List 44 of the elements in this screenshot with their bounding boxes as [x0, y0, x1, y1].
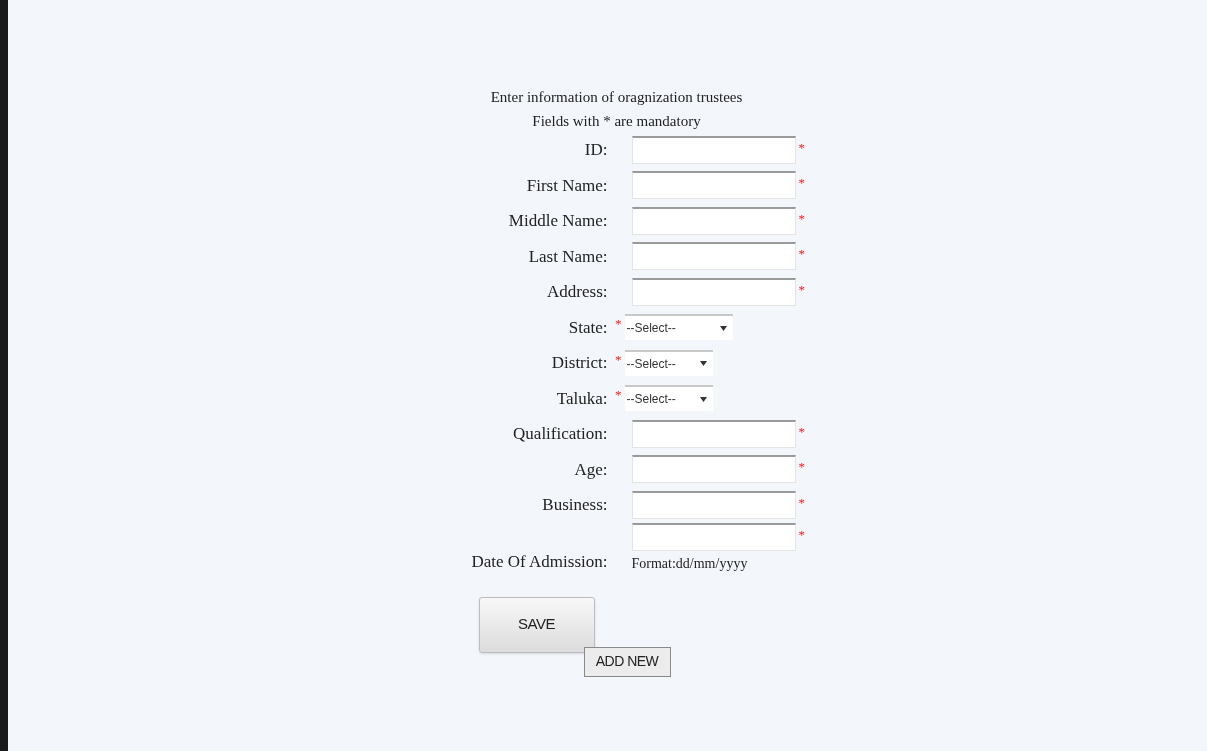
required-mark: *: [798, 245, 805, 264]
input-field[interactable]: [631, 242, 796, 271]
required-mark: *: [798, 174, 805, 193]
input-field[interactable]: [631, 419, 796, 448]
field-label: Taluka:: [555, 387, 609, 410]
input-field[interactable]: [631, 522, 796, 551]
field-label: Age:: [573, 458, 609, 481]
required-mark: *: [614, 386, 622, 405]
required-mark: *: [798, 458, 805, 477]
save-button[interactable]: SAVE: [478, 596, 595, 653]
field-label: Date Of Admission:: [470, 550, 609, 573]
field-label: State:: [567, 316, 609, 339]
field-label: Middle Name:: [507, 210, 609, 232]
required-mark: *: [798, 280, 805, 299]
mandatory-note: Fields with * are mandatory: [532, 112, 701, 131]
field-label: Qualification:: [512, 423, 609, 445]
select-dropdown[interactable]: --Select--: [624, 385, 713, 412]
select-dropdown[interactable]: --Select--: [624, 349, 713, 376]
input-field[interactable]: [631, 455, 796, 484]
caret-icon: [699, 361, 707, 367]
add-new-button[interactable]: ADD NEW: [583, 646, 671, 677]
required-mark: *: [798, 138, 805, 157]
field-label: ID:: [583, 139, 609, 161]
select-dropdown[interactable]: --Select--: [624, 314, 733, 341]
form-heading: Enter information of oragnization trustees: [490, 88, 743, 107]
required-mark: *: [798, 422, 805, 441]
required-mark: *: [798, 525, 805, 544]
input-field[interactable]: [631, 490, 796, 519]
field-label: Business:: [541, 494, 609, 516]
required-mark: *: [614, 350, 622, 369]
field-label: Address:: [546, 281, 609, 303]
field-label: First Name:: [525, 174, 609, 197]
caret-icon: [719, 325, 727, 331]
input-field[interactable]: [631, 171, 796, 200]
field-label: District:: [550, 352, 609, 374]
input-field[interactable]: [631, 277, 796, 306]
caret-icon: [699, 396, 707, 402]
required-mark: *: [614, 315, 622, 334]
input-field[interactable]: [631, 135, 796, 164]
required-mark: *: [798, 493, 805, 512]
required-mark: *: [798, 209, 805, 228]
field-label: Last Name:: [527, 245, 609, 268]
input-field[interactable]: [631, 206, 796, 235]
format-hint: Format:dd/mm/yyyy: [631, 554, 749, 573]
